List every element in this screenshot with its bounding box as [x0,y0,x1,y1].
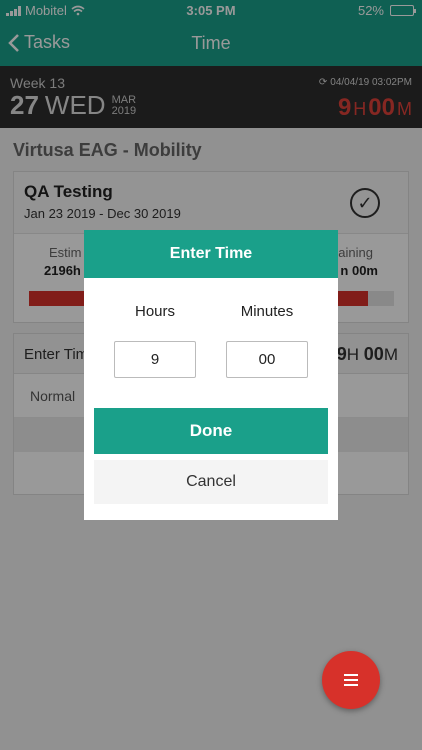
menu-button[interactable] [322,651,380,709]
cancel-button[interactable]: Cancel [94,460,328,504]
hours-input[interactable] [114,341,196,378]
dialog-title: Enter Time [84,230,338,278]
enter-time-dialog: Enter Time Hours Minutes Done Cancel [84,230,338,520]
minutes-input[interactable] [226,341,308,378]
minutes-label: Minutes [240,303,294,320]
hours-label: Hours [134,303,175,320]
done-button[interactable]: Done [94,408,328,454]
menu-icon [344,674,358,686]
